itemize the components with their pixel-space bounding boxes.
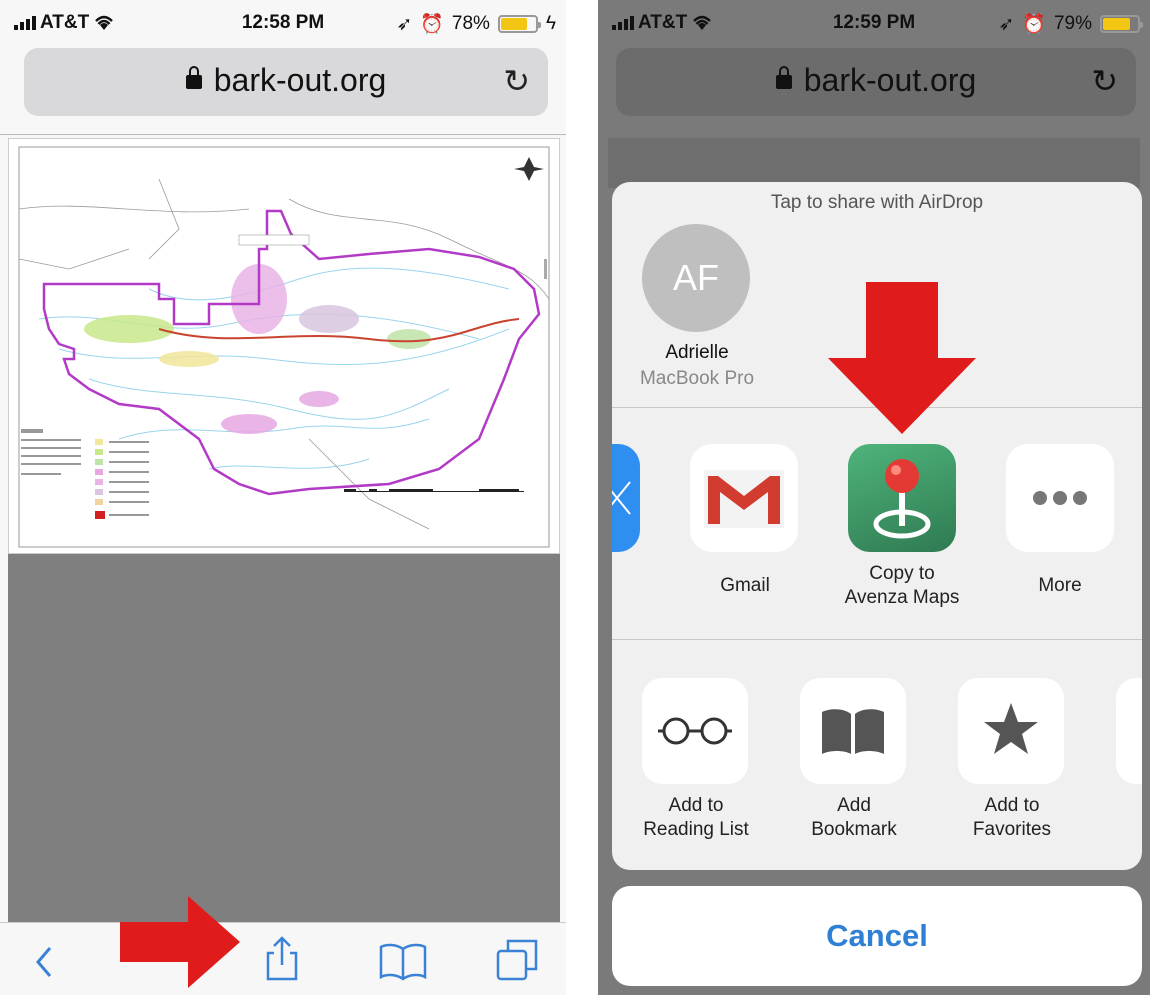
status-bar: AT&T 12:59 PM ➶ ⏰ 79% [598,0,1150,44]
lock-icon [185,66,202,89]
more-icon [1033,491,1087,505]
alarm-icon: ⏰ [1022,14,1046,35]
gmail-app-icon[interactable] [690,444,798,552]
star-icon [984,703,1038,754]
back-icon[interactable] [34,945,54,979]
dimmed-page [608,138,1140,188]
address-bar: bark-out.org ↻ [616,48,1136,116]
charging-icon: ϟ [545,13,556,34]
bookmark-icon [822,709,884,754]
battery-icon [497,15,541,33]
add-to-reading-list-button[interactable] [642,678,748,784]
map-image[interactable] [8,138,560,554]
mail-app-icon[interactable] [612,444,640,552]
battery-percent: 79% [1053,13,1092,34]
cancel-button[interactable]: Cancel [612,886,1142,986]
location-icon: ➶ [998,13,1015,35]
status-right: ➶ ⏰ 78% ϟ [396,12,556,36]
status-bar: AT&T 12:58 PM ➶ ⏰ 78% ϟ [0,0,566,44]
url-text: bark-out.org [213,62,387,98]
divider [0,134,566,135]
tabs-icon[interactable] [494,937,540,983]
airdrop-title: Tap to share with AirDrop [770,192,984,213]
red-arrow-down-icon [828,282,976,434]
airdrop-contact-device: MacBook Pro [639,368,755,389]
reload-icon[interactable]: ↻ [503,62,530,100]
gmail-label: Gmail [720,575,770,596]
address-bar[interactable]: bark-out.org ↻ [24,48,548,116]
alarm-icon: ⏰ [420,14,444,35]
avenza-maps-app-icon[interactable] [848,444,956,552]
share-sheet-screen: AT&T 12:59 PM ➶ ⏰ 79% bark-out.org ↻ Tap… [598,0,1150,995]
safari-toolbar [0,922,566,995]
add-bookmark-label: Add Bookmark [811,795,897,840]
more-app-icon[interactable] [1006,444,1114,552]
battery-percent: 78% [451,13,490,34]
safari-screen-left: AT&T 12:58 PM ➶ ⏰ 78% ϟ bark-out.org ↻ [0,0,566,995]
reload-icon: ↻ [1091,63,1118,99]
page-background [8,554,560,922]
airdrop-contact-avatar[interactable]: AF [642,224,750,332]
airdrop-contact-name: Adrielle [665,342,729,363]
avenza-maps-label: Copy to Avenza Maps [844,563,960,608]
reading-list-icon [658,717,732,745]
gmail-icon [704,470,784,528]
location-icon: ➶ [396,13,413,35]
red-arrow-right-icon [120,896,240,988]
lock-icon [775,66,792,89]
share-icon[interactable] [262,935,302,983]
next-action-button[interactable] [1116,678,1142,784]
url-text: bark-out.org [803,62,977,98]
divider [612,639,1142,640]
add-to-favorites-label: Add to Favorites [972,795,1052,840]
more-label: More [1038,575,1082,596]
status-right: ➶ ⏰ 79% [998,12,1143,36]
bookmarks-icon[interactable] [378,941,428,981]
add-bookmark-button[interactable] [800,678,906,784]
add-to-reading-list-label: Add to Reading List [643,795,749,840]
avenza-maps-icon [873,459,931,539]
add-to-favorites-button[interactable] [958,678,1064,784]
battery-icon [1100,15,1143,33]
